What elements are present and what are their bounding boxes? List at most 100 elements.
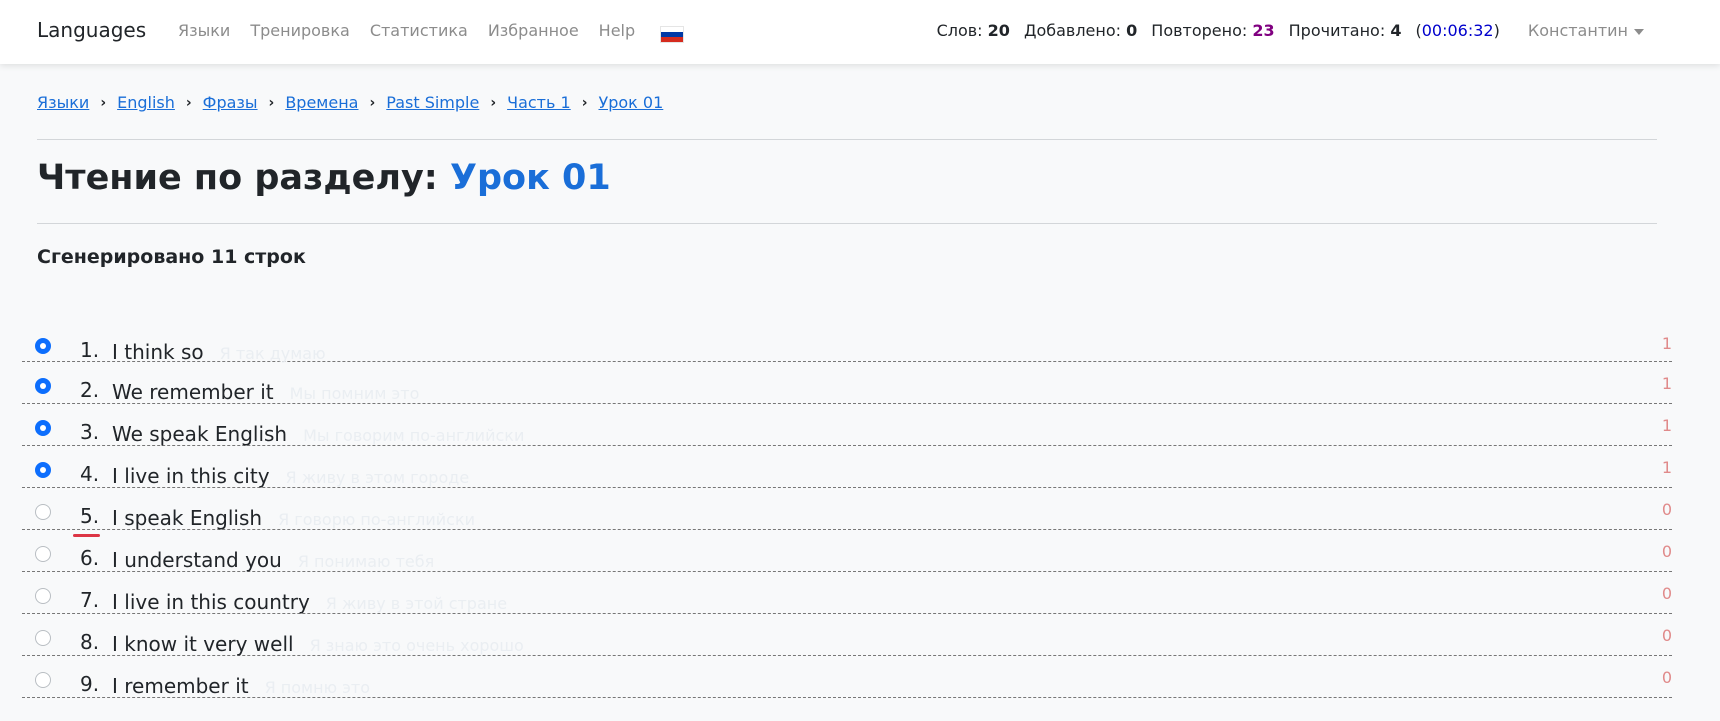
stat-read-label: Прочитано: [1288,21,1386,40]
chevron-right-icon: › [100,94,107,111]
radio-checked-icon[interactable] [35,378,51,394]
breadcrumb: Языки › English › Фразы › Времена › Past Simple ›… [37,93,663,112]
nav-item-languages[interactable]: Языки [178,21,230,40]
radio-checked-icon[interactable] [35,338,51,354]
row-number: 9. [80,672,100,696]
phrase-text: We remember it Мы помним это [112,380,419,404]
stat-added-label: Добавлено: [1023,21,1122,40]
radio-checked-icon[interactable] [35,420,51,436]
read-count: 0 [1661,626,1672,645]
breadcrumb-link[interactable]: Фразы [203,93,258,112]
phrase-row[interactable]: 9. I remember it Я помню это 0 [22,656,1672,698]
chevron-right-icon: › [268,94,275,111]
read-count: 1 [1661,374,1672,393]
stat-repeated-value: 23 [1252,21,1275,40]
phrase-translation: Мы помним это [289,384,420,403]
breadcrumb-link[interactable]: Времена [285,93,358,112]
top-navbar: Languages Языки Тренировка Статистика Из… [0,0,1720,64]
nav-item-statistics[interactable]: Статистика [370,21,468,40]
phrase-english: I understand you [112,548,282,572]
divider [37,223,1657,224]
russian-flag-icon[interactable] [660,26,684,43]
radio-unchecked-icon[interactable] [35,672,51,688]
stat-read-value: 4 [1390,21,1402,40]
stat-added-value: 0 [1126,21,1138,40]
chevron-right-icon: › [490,94,497,111]
row-number: 7. [80,588,100,612]
phrase-text: I speak English Я говорю по-английски [112,506,475,530]
nav-item-favorites[interactable]: Избранное [488,21,579,40]
breadcrumb-link[interactable]: Языки [37,93,89,112]
phrase-text: I know it very well Я знаю это очень хоро… [112,632,524,656]
phrase-row[interactable]: 2. We remember it Мы помним это 1 [22,362,1672,404]
user-stats: Слов: 20 Добавлено: 0 Повторено: 23 Проч… [937,21,1720,40]
radio-unchecked-icon[interactable] [35,630,51,646]
phrase-text: I live in this country Я живу в этой стра… [112,590,507,614]
breadcrumb-link[interactable]: Past Simple [386,93,479,112]
session-timer: (00:06:32) [1415,21,1499,40]
chevron-right-icon: › [369,94,376,111]
row-number: 1. [80,338,100,362]
stat-words-value: 20 [987,21,1010,40]
breadcrumb-link[interactable]: Часть 1 [507,93,571,112]
nav-item-help[interactable]: Help [599,21,635,40]
read-count: 1 [1661,458,1672,477]
radio-unchecked-icon[interactable] [35,504,51,520]
phrase-english: We speak English [112,422,288,446]
stat-repeated-label: Повторено: [1151,21,1248,40]
timer-value: 00:06:32 [1421,21,1494,40]
phrase-translation: Я помню это [264,678,371,697]
phrase-english: We remember it [112,380,274,404]
radio-unchecked-icon[interactable] [35,588,51,604]
phrase-english: I live in this city [112,464,270,488]
read-count: 0 [1661,668,1672,687]
read-count: 0 [1661,500,1672,519]
stat-words-label: Слов: [936,21,983,40]
timer-close-paren: ) [1493,21,1500,40]
read-count: 1 [1661,416,1672,435]
page-title-lesson: Урок 01 [450,158,611,198]
nav-links: Языки Тренировка Статистика Избранное He… [178,21,635,40]
phrase-english: I live in this country [112,590,310,614]
row-number: 3. [80,420,100,444]
nav-item-training[interactable]: Тренировка [250,21,349,40]
phrase-row[interactable]: 3. We speak English Мы говорим по-английск… [22,404,1672,446]
read-count: 1 [1661,334,1672,353]
phrase-text: I understand you Я понимаю тебя [112,548,434,572]
phrase-english: I know it very well [112,632,294,656]
phrase-translation: Я живу в этом городе [285,468,470,487]
phrase-text: We speak English Мы говорим по-английски [112,422,524,446]
row-number: 4. [80,462,100,486]
generated-count: Сгенерировано 11 строк [37,246,306,268]
stat-repeated: Повторено: 23 [1151,21,1274,40]
phrase-row[interactable]: 8. I know it very well Я знаю это очень хо… [22,614,1672,656]
brand-logo[interactable]: Languages [37,18,146,42]
user-menu-dropdown[interactable]: Константин [1528,21,1644,40]
phrase-translation: Я знаю это очень хорошо [309,636,524,655]
radio-checked-icon[interactable] [35,462,51,478]
row-number: 6. [80,546,100,570]
radio-unchecked-icon[interactable] [35,546,51,562]
phrase-list: 1. I think so Я так думаю 1 2. We remember it… [22,322,1672,698]
page-title: Чтение по разделу: Урок 01 [37,158,611,198]
phrase-translation: Я живу в этой стране [325,594,508,613]
phrase-row[interactable]: 4. I live in this city Я живу в этом город… [22,446,1672,488]
breadcrumb-link[interactable]: English [117,93,175,112]
caret-down-icon [1634,28,1644,35]
phrase-english: I remember it [112,674,249,698]
page-title-prefix: Чтение по разделу: [37,158,438,198]
row-number: 8. [80,630,100,654]
flag-stripe-red [661,37,683,42]
divider [37,139,1657,140]
phrase-row[interactable]: 7. I live in this country Я живу в этой ст… [22,572,1672,614]
row-number: 2. [80,378,100,402]
stat-words: Слов: 20 [937,21,1010,40]
chevron-right-icon: › [185,94,192,111]
phrase-row[interactable]: 5. I speak English Я говорю по-английски 0 [22,488,1672,537]
chevron-right-icon: › [581,94,588,111]
phrase-row[interactable]: 6. I understand you Я понимаю тебя 0 [22,530,1672,572]
phrase-english: I think so [112,340,204,364]
phrase-translation: Я так думаю [219,344,326,363]
breadcrumb-link[interactable]: Урок 01 [598,93,663,112]
phrase-row[interactable]: 1. I think so Я так думаю 1 [22,322,1672,364]
